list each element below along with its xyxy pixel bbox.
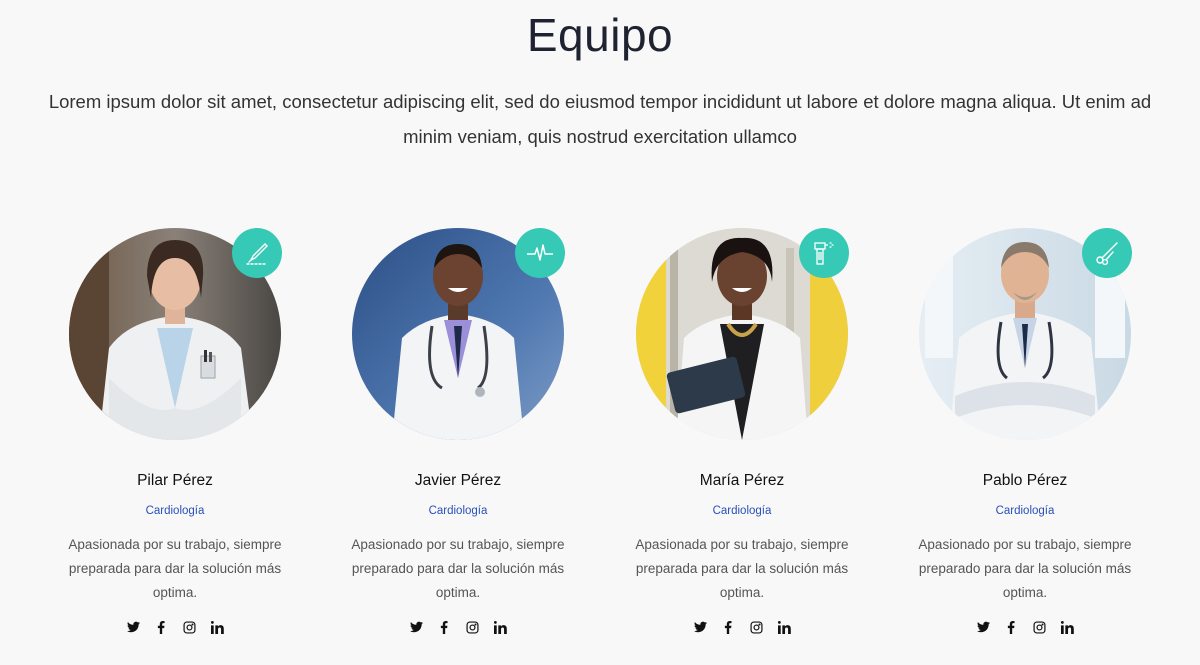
member-specialty-link[interactable]: Cardiología xyxy=(895,505,1155,517)
specialty-badge xyxy=(232,228,282,278)
instagram-icon[interactable] xyxy=(182,620,196,634)
member-specialty-link[interactable]: Cardiología xyxy=(45,505,305,517)
spray-bottle-icon xyxy=(814,242,834,265)
member-description: Apasionada por su trabajo, siempre prepa… xyxy=(635,537,849,600)
section-intro: Lorem ipsum dolor sit amet, consectetur … xyxy=(48,91,1152,147)
specialty-badge xyxy=(515,228,565,278)
team-grid: Pilar Pérez Cardiología Apasionada por s… xyxy=(0,228,1200,648)
facebook-icon[interactable] xyxy=(154,620,168,634)
social-links xyxy=(895,620,1155,634)
facebook-icon[interactable] xyxy=(721,620,735,634)
linkedin-icon[interactable] xyxy=(210,620,224,634)
social-links xyxy=(328,620,588,634)
member-name: María Pérez xyxy=(699,472,785,489)
facebook-icon[interactable] xyxy=(1004,620,1018,634)
twitter-icon[interactable] xyxy=(976,620,990,634)
scalpel-icon xyxy=(246,243,268,265)
linkedin-icon[interactable] xyxy=(777,620,791,634)
twitter-icon[interactable] xyxy=(126,620,140,634)
instagram-icon[interactable] xyxy=(465,620,479,634)
member-name: Pilar Pérez xyxy=(137,472,213,489)
specialty-badge xyxy=(799,228,849,278)
heartbeat-icon xyxy=(527,244,553,261)
twitter-icon[interactable] xyxy=(409,620,423,634)
member-description: Apasionado por su trabajo, siempre prepa… xyxy=(351,537,565,600)
specialty-badge xyxy=(1082,228,1132,278)
linkedin-icon[interactable] xyxy=(1060,620,1074,634)
social-links xyxy=(45,620,305,634)
instagram-icon[interactable] xyxy=(1032,620,1046,634)
member-name: Javier Pérez xyxy=(414,472,502,489)
member-name: Pablo Pérez xyxy=(982,472,1068,489)
facebook-icon[interactable] xyxy=(437,620,451,634)
instagram-icon[interactable] xyxy=(749,620,763,634)
social-links xyxy=(612,620,872,634)
linkedin-icon[interactable] xyxy=(493,620,507,634)
twitter-icon[interactable] xyxy=(693,620,707,634)
member-description: Apasionado por su trabajo, siempre prepa… xyxy=(918,537,1132,600)
team-section: Equipo Lorem ipsum dolor sit amet, conse… xyxy=(0,0,1200,665)
member-specialty-link[interactable]: Cardiología xyxy=(328,505,588,517)
section-title: Equipo xyxy=(526,9,674,61)
scissors-icon xyxy=(1096,242,1118,266)
member-specialty-link[interactable]: Cardiología xyxy=(612,505,872,517)
member-description: Apasionada por su trabajo, siempre prepa… xyxy=(68,537,282,600)
